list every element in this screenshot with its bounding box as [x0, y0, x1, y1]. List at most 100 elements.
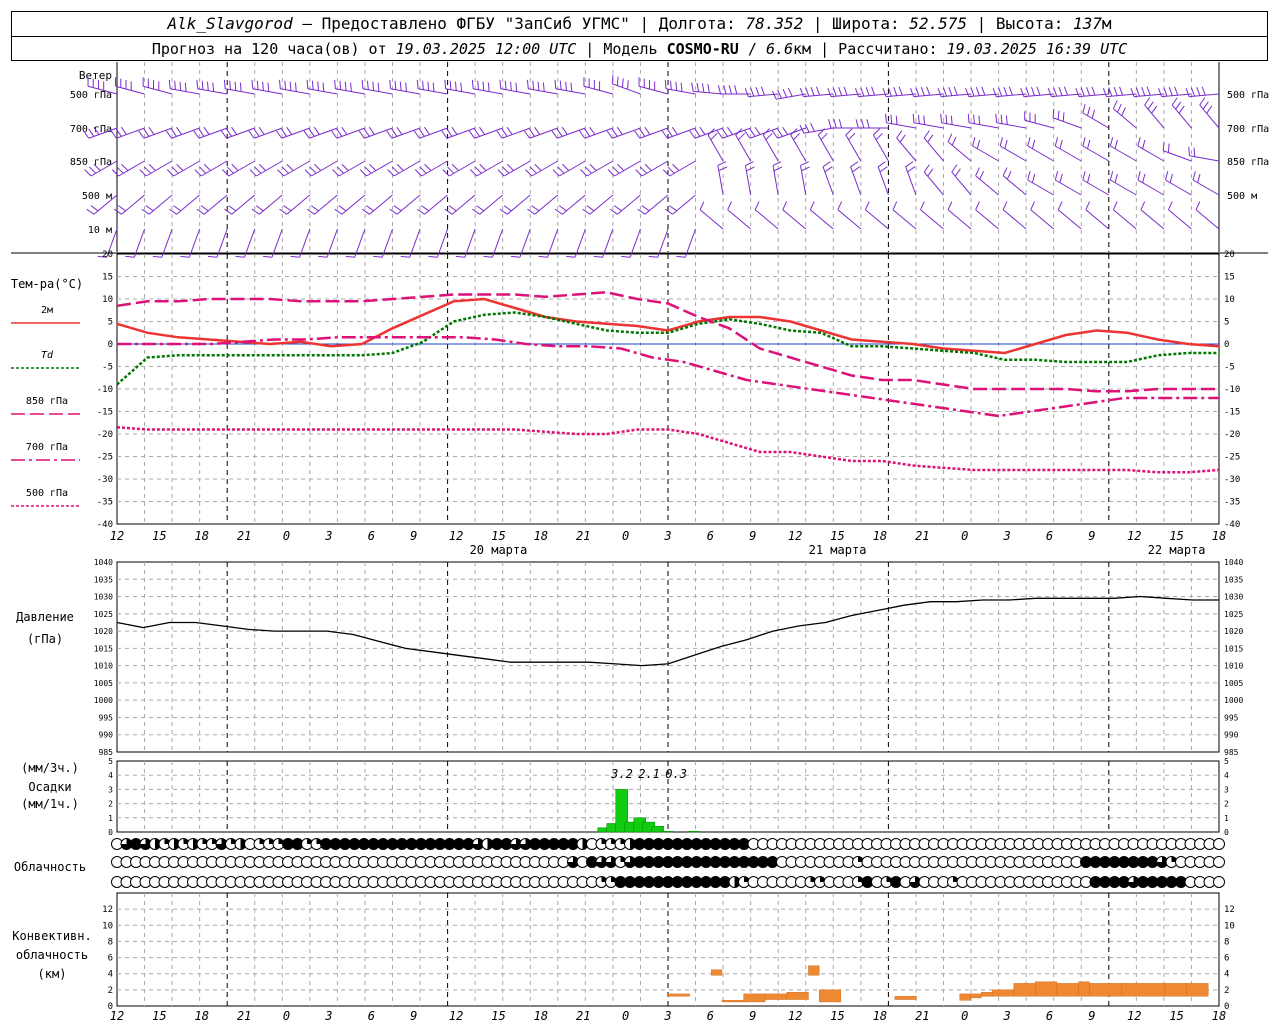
wind-barb-staff: [534, 194, 559, 215]
wind-barb-feather: [537, 81, 540, 91]
wind-barb-feather: [664, 208, 673, 215]
wind-barb-staff: [996, 122, 1027, 129]
wind-barb-feather: [180, 255, 190, 258]
hour-tick-label-bottom: 15: [491, 1009, 505, 1023]
wind-barb-feather: [428, 255, 438, 258]
hour-tick-label-bottom: 0: [961, 1009, 968, 1023]
wind-barb-feather: [1141, 87, 1146, 96]
wind-barb-feather: [1052, 108, 1055, 118]
wind-barb-feather: [414, 169, 422, 177]
wind-barb-staff: [1110, 179, 1137, 196]
wind-barb-feather: [235, 255, 245, 258]
wind-barb-feather: [448, 205, 457, 212]
wind-barb-feather: [951, 164, 958, 173]
wind-barb-feather: [534, 126, 541, 135]
wind-barb-feather: [527, 208, 536, 215]
wind-barb-feather: [864, 201, 870, 210]
wind-barb-staff: [121, 194, 145, 215]
wind-barb-feather: [471, 79, 474, 89]
wind-barb-feather: [1005, 115, 1008, 125]
wind-barb-feather: [975, 201, 980, 210]
convective-bar: [894, 996, 917, 1000]
temp-tick-left: -30: [97, 475, 113, 485]
wind-barb-feather: [621, 78, 624, 88]
wind-barb-staff: [148, 194, 173, 215]
wind-barb-feather: [584, 166, 592, 174]
wind-barb-feather: [306, 79, 309, 89]
wind-barb-feather: [1087, 139, 1091, 149]
wind-barb-staff: [892, 209, 917, 230]
wind-barb-feather: [1192, 171, 1196, 181]
temp-tick-left: -5: [102, 363, 113, 373]
wind-barb-feather: [561, 126, 568, 135]
wind-barb-staff: [612, 83, 641, 95]
wind-barb-feather: [504, 80, 507, 90]
hour-tick-label: 9: [749, 529, 756, 543]
wind-barb-feather: [1168, 201, 1173, 210]
hour-tick-label-bottom: 15: [1169, 1009, 1183, 1023]
wind-barb-staff: [362, 88, 393, 95]
wind-barb-feather: [203, 163, 211, 171]
wind-barb-feather: [1178, 105, 1185, 114]
wind-barb-feather: [1059, 173, 1063, 183]
wind-barb-feather: [1113, 87, 1118, 96]
wind-barb-staff: [589, 194, 614, 215]
wind-barb-feather: [852, 166, 861, 173]
wind-barb-feather: [322, 82, 325, 92]
wind-barb-feather: [948, 87, 953, 96]
wind-barb-feather: [496, 130, 503, 139]
wind-barb-feather: [771, 130, 778, 139]
wind-barb-feather: [1151, 105, 1158, 114]
wind-barb-feather: [895, 115, 898, 125]
wind-barb-feather: [1168, 87, 1173, 96]
temp-tick-left: 20: [102, 250, 113, 260]
pres-tick-right: 1030: [1224, 593, 1243, 602]
wind-barb-feather: [359, 169, 367, 177]
convective-bar: [1089, 983, 1122, 997]
wind-barb-feather: [589, 163, 597, 171]
wind-barb-feather: [524, 130, 531, 139]
wind-barb-staff: [170, 88, 200, 95]
wind-barb-feather: [118, 205, 126, 212]
wind-barb-staff: [809, 209, 834, 230]
wind-barb-staff: [1137, 145, 1165, 162]
temp-tick-left: -15: [97, 408, 113, 418]
wind-barb-feather: [617, 163, 625, 171]
hour-tick-label: 18: [1212, 529, 1226, 543]
temp-tick-right: -30: [1224, 475, 1240, 485]
wind-barb-feather: [760, 86, 765, 96]
wind-barb-feather: [644, 126, 651, 135]
wind-barb-feather: [1063, 86, 1068, 96]
wind-barb-feather: [580, 169, 588, 177]
wind-barb-staff: [1055, 145, 1082, 162]
wind-level-label-right: 850 гПа: [1227, 157, 1269, 168]
wind-barb-feather: [621, 255, 631, 258]
wind-barb-feather: [639, 166, 648, 174]
prec-tick-left: 5: [108, 757, 113, 766]
wind-barb-feather: [231, 163, 239, 171]
temp-tick-right: 10: [1224, 295, 1235, 305]
pres-tick-left: 995: [99, 713, 114, 722]
wind-barb-feather: [717, 85, 722, 95]
wind-barb-feather: [671, 126, 678, 135]
wind-barb-feather: [222, 169, 230, 177]
hour-tick-label: 12: [110, 529, 124, 543]
hour-tick-label: 9: [1088, 529, 1095, 543]
wind-barb-feather: [923, 164, 930, 173]
wind-barb-feather: [1002, 167, 1008, 176]
temp-legend-label-t500: 500 гПа: [26, 488, 68, 499]
wind-barb-feather: [926, 86, 931, 96]
temp-tick-left: -35: [97, 498, 113, 508]
wind-barb-feather: [1197, 173, 1201, 183]
wind-barb-feather: [455, 255, 465, 258]
wind-barb-staff: [1163, 150, 1192, 162]
wind-barb-feather: [525, 169, 533, 177]
convective-bar: [721, 1000, 744, 1003]
wind-barb-feather: [309, 166, 317, 174]
wind-barb-feather: [945, 114, 948, 124]
wind-barb-feather: [899, 134, 906, 143]
wind-barb-staff: [920, 209, 944, 230]
wind-barb-feather: [1142, 173, 1146, 183]
wind-barb-feather: [169, 208, 177, 215]
wind-barb-feather: [947, 133, 953, 142]
